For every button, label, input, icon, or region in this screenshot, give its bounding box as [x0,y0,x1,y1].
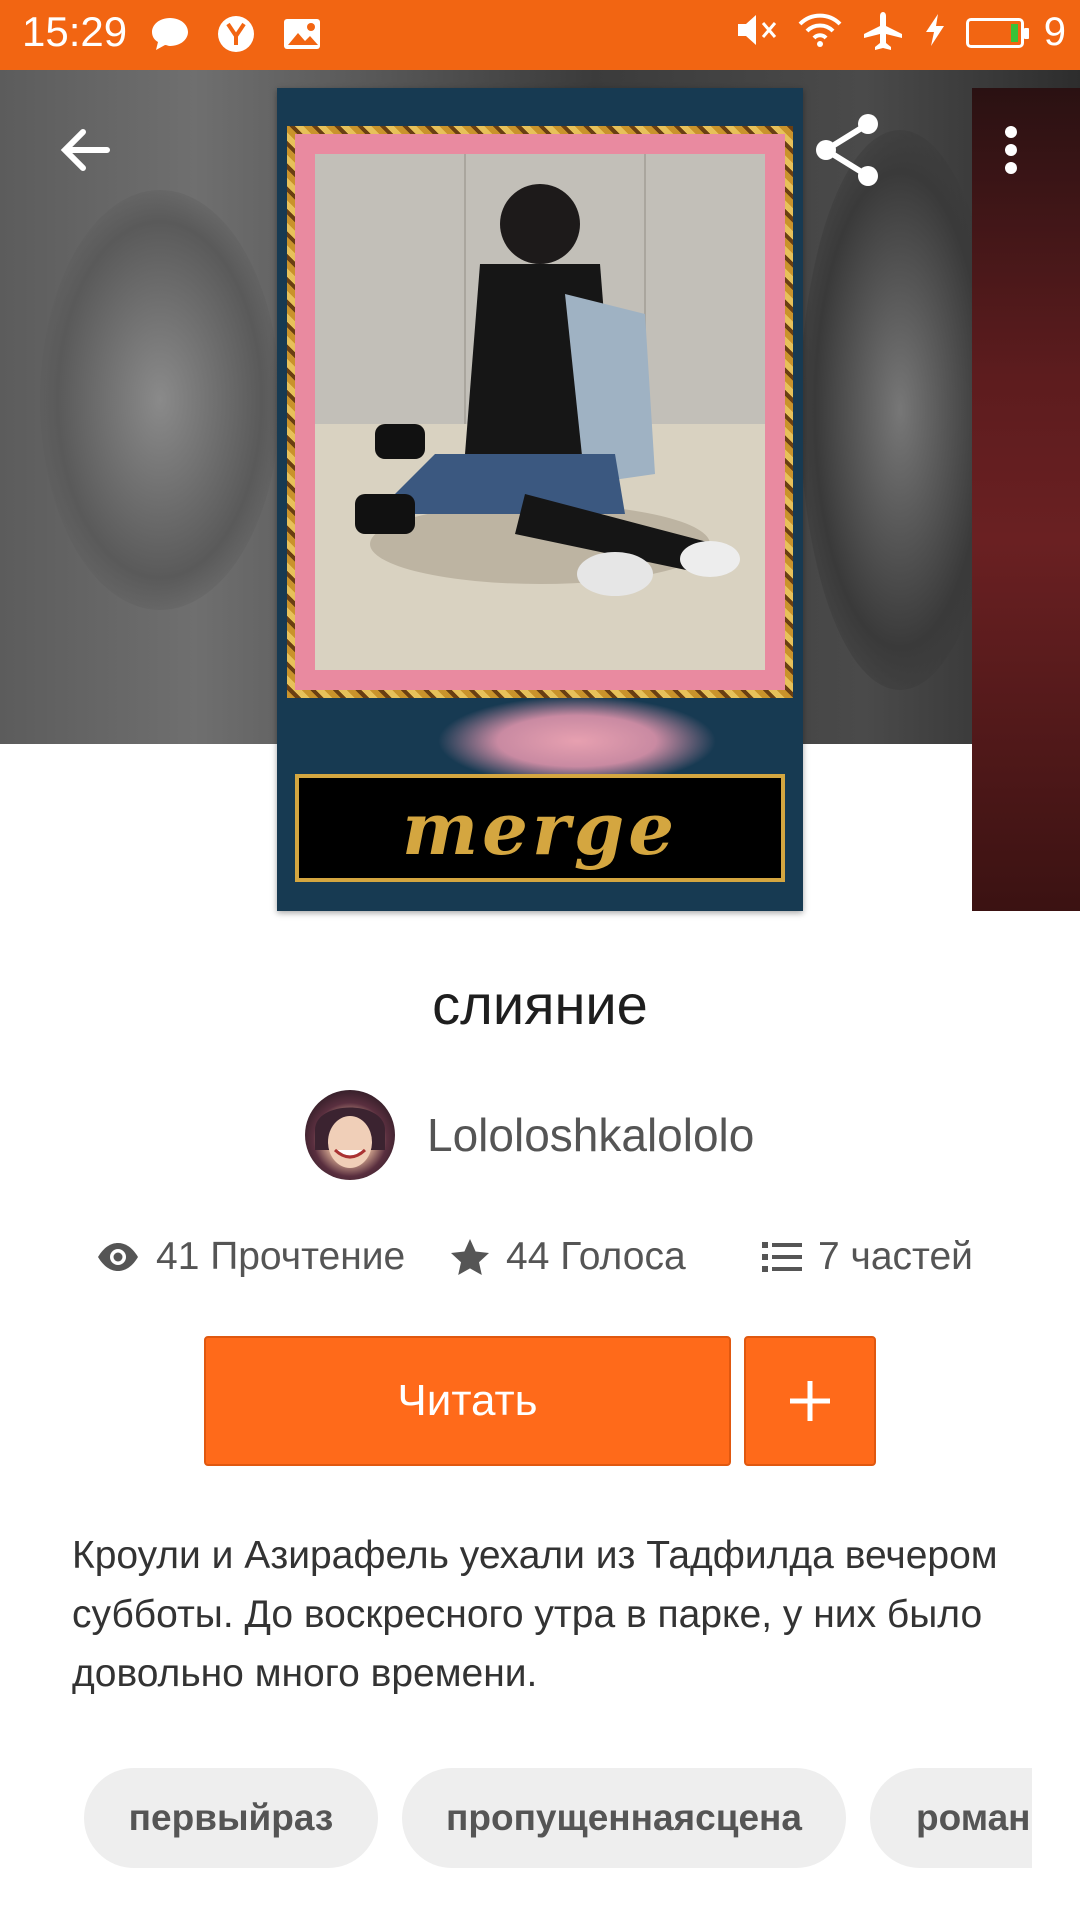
avatar[interactable] [305,1090,395,1180]
parts-stat[interactable]: 7 частей [762,1235,973,1279]
author-row[interactable]: Lololoshkalololo [305,1090,754,1180]
votes-stat: 44 Голоса [450,1235,686,1279]
arrow-left-icon [60,129,110,171]
cover-title-bar: merge [295,774,785,882]
charging-icon [924,12,946,53]
eye-icon [98,1243,138,1271]
mute-icon [736,12,778,53]
more-vert-icon [1005,126,1017,174]
status-time: 15:29 [22,8,128,55]
status-bar: 15:29 9 [0,0,1080,70]
star-icon [451,1239,489,1275]
image-icon [280,12,324,56]
tags-row: первыйраз пропущеннаясцена роман [84,1768,1032,1870]
tag-chip[interactable]: роман [870,1768,1032,1868]
back-button[interactable] [50,115,120,185]
next-cover-preview[interactable] [972,88,1080,911]
list-icon [762,1242,802,1272]
add-to-library-button[interactable] [744,1336,876,1466]
book-title: слияние [432,973,648,1036]
cover-photo [315,154,765,670]
parts-count: 7 частей [818,1235,973,1278]
airplane-icon [862,10,904,55]
tag-chip[interactable]: пропущеннаясцена [402,1768,846,1868]
author-name[interactable]: Lololoshkalololo [427,1108,754,1162]
battery-level: 9 [1043,10,1066,54]
tag-chip[interactable]: первыйраз [84,1768,378,1868]
share-icon [816,114,878,186]
wifi-icon [798,12,842,53]
chat-bubble-icon [148,12,192,56]
book-cover[interactable]: merge [277,88,803,911]
share-button[interactable] [810,110,890,190]
yandex-icon [214,12,258,56]
reads-count: 41 Прочтение [156,1235,406,1278]
stats-row: 41 Прочтение 44 Голоса 7 частей [0,1235,1080,1295]
more-menu-button[interactable] [986,115,1036,185]
votes-count: 44 Голоса [506,1235,686,1278]
plus-icon [790,1381,830,1421]
reads-stat: 41 Прочтение [96,1235,405,1279]
read-button[interactable]: Читать [204,1336,731,1466]
book-description: Кроули и Азирафель уехали из Тадфилда ве… [72,1534,998,1695]
cover-title: merge [401,785,679,871]
battery-icon [965,17,1029,48]
